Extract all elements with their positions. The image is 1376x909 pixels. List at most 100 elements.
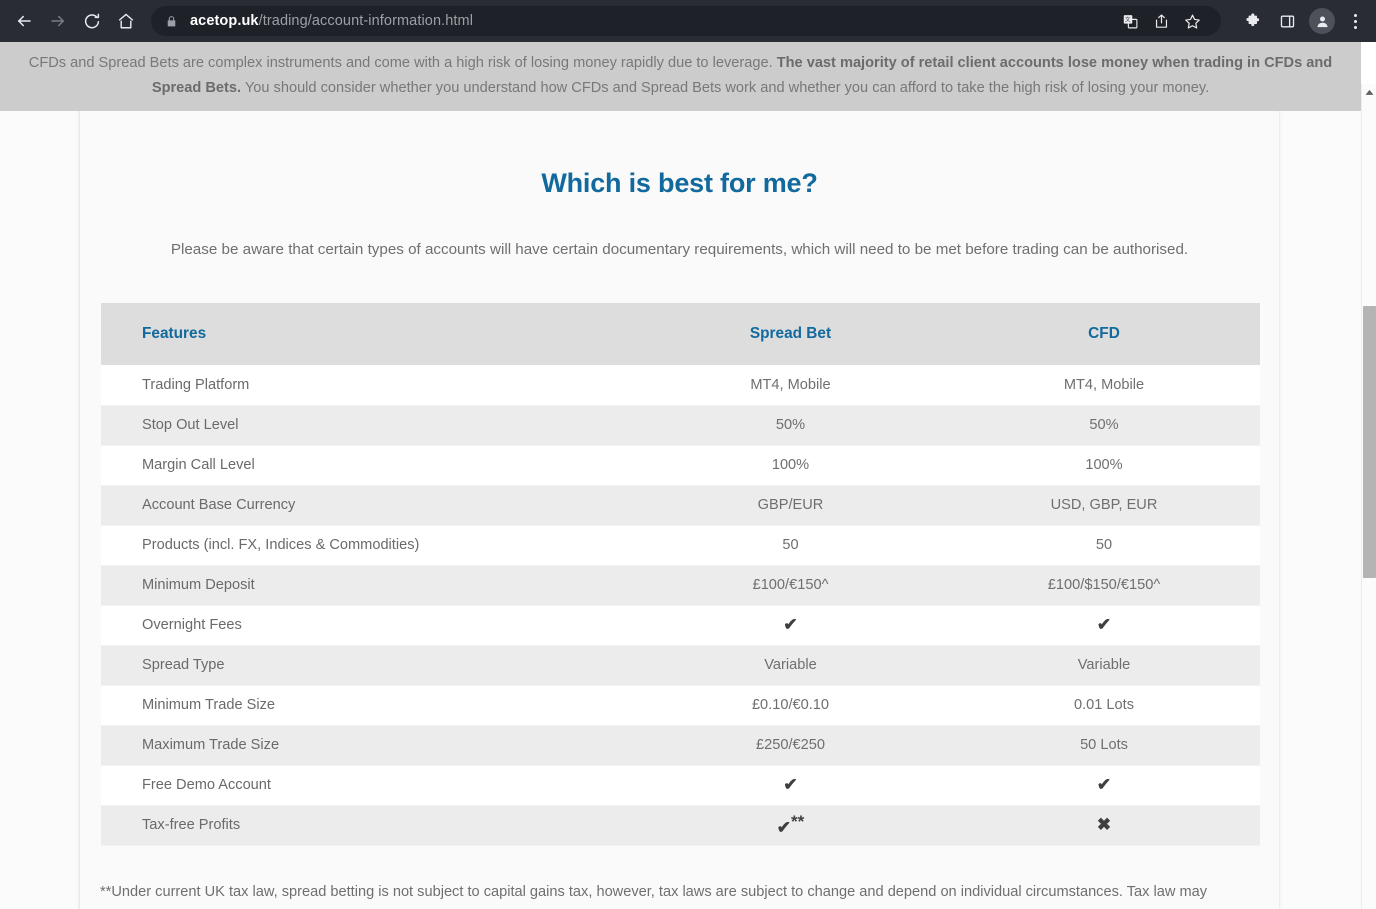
address-bar[interactable]: acetop.uk/trading/account-information.ht… [151,6,1221,36]
cell-cfd: 50 Lots [948,725,1260,766]
table-head: Features Spread Bet CFD [101,303,1260,365]
cell-cfd: Variable [948,645,1260,686]
page-body: Which is best for me? Please be aware th… [0,111,1361,909]
cell-feature: Minimum Trade Size [101,685,633,726]
cell-feature: Trading Platform [101,365,633,406]
table-row: Products (incl. FX, Indices & Commoditie… [101,525,1260,566]
three-dots-menu-icon[interactable] [1342,6,1368,36]
table-header-row: Features Spread Bet CFD [101,303,1260,365]
share-glyph [1155,14,1167,28]
page-title: Which is best for me? [541,168,818,198]
scroll-up-arrow-icon[interactable] [1362,84,1376,100]
page-intro-text: Please be aware that certain types of ac… [170,241,1189,258]
cell-cfd: 50 [948,525,1260,566]
dot [1353,25,1357,29]
forward-arrow-icon [51,15,64,27]
cell-feature: Spread Type [101,645,633,686]
cell-spread-bet: ✔ [633,605,948,646]
page-viewport: CFDs and Spread Bets are complex instrum… [0,42,1376,909]
footnote-marker: ** [791,812,805,832]
cell-spread-bet: ✔** [633,805,948,846]
reload-button[interactable] [76,5,108,37]
cell-cfd: MT4, Mobile [948,365,1260,406]
table-row: Minimum Deposit £100/€150^ £100/$150/€150^ [101,565,1260,606]
table-row: Free Demo Account ✔ ✔ [101,765,1260,806]
table-row: Overnight Fees ✔ ✔ [101,605,1260,646]
forward-button[interactable] [42,5,74,37]
column-header-spread-bet: Spread Bet [633,303,948,365]
column-header-cfd: CFD [948,303,1260,365]
puzzle-piece-icon[interactable] [1238,6,1268,36]
profile-avatar[interactable] [1309,8,1335,34]
side-panel-icon[interactable] [1272,6,1302,36]
table-row: Minimum Trade Size £0.10/€0.10 0.01 Lots [101,685,1260,726]
back-arrow-icon [18,15,31,27]
share-icon[interactable] [1146,6,1176,36]
home-button[interactable] [110,5,142,37]
checkmark-icon: ✔ [783,615,798,634]
cell-spread-bet: ✔ [633,765,948,806]
table-row: Margin Call Level 100% 100% [101,445,1260,486]
cell-feature: Account Base Currency [101,485,633,526]
footnotes: **Under current UK tax law, spread betti… [90,880,1258,909]
cross-icon: ✖ [1096,815,1112,834]
checkmark-icon: ✔ [1096,615,1112,634]
cell-cfd: ✖ [948,805,1260,846]
up-arrow-glyph [1365,89,1373,95]
translate-glyph: 文 [1123,14,1137,28]
table-row: Stop Out Level 50% 50% [101,405,1260,446]
checkmark-icon: ✔ [1096,775,1112,794]
risk-text-part2: You should consider whether you understa… [241,80,1210,96]
cell-feature: Margin Call Level [101,445,633,486]
url-domain: acetop.uk [190,13,259,29]
column-header-features: Features [101,303,633,365]
extensions-glyph [1246,13,1260,27]
content-container: Which is best for me? Please be aware th… [79,111,1280,909]
risk-warning-banner: CFDs and Spread Bets are complex instrum… [0,42,1361,111]
cell-feature: Maximum Trade Size [101,725,633,766]
cell-cfd: 50% [948,405,1260,446]
url-path: /trading/account-information.html [258,13,474,29]
table-body: Trading Platform MT4, Mobile MT4, Mobile St… [101,365,1260,846]
cell-feature: Free Demo Account [101,765,633,806]
cell-feature: Stop Out Level [101,405,633,446]
cell-spread-bet: 50 [633,525,948,566]
risk-text-part1: CFDs and Spread Bets are complex instrum… [28,55,777,71]
checkmark-icon: ✔ [776,817,791,837]
table-row: Tax-free Profits ✔** ✖ [101,805,1260,846]
cell-spread-bet: GBP/EUR [633,485,948,526]
cell-spread-bet: 100% [633,445,948,486]
browser-toolbar: acetop.uk/trading/account-information.ht… [0,0,1376,42]
cell-cfd: ✔ [948,605,1260,646]
home-icon [118,13,134,29]
cell-cfd: 0.01 Lots [948,685,1260,726]
navigation-buttons [8,5,142,37]
browser-toolbar-right [1228,6,1368,36]
dot [1353,13,1357,17]
cell-feature: Overnight Fees [101,605,633,646]
translate-icon[interactable]: 文 [1115,6,1145,36]
cell-spread-bet: £0.10/€0.10 [633,685,948,726]
cell-spread-bet: £100/€150^ [633,565,948,606]
footnote-tax: **Under current UK tax law, spread betti… [100,883,1208,909]
star-glyph [1184,14,1200,29]
table-row: Maximum Trade Size £250/€250 50 Lots [101,725,1260,766]
cell-spread-bet: Variable [633,645,948,686]
url-text: acetop.uk/trading/account-information.ht… [190,13,473,29]
cell-cfd: £100/$150/€150^ [948,565,1260,606]
cell-feature: Minimum Deposit [101,565,633,606]
cell-feature: Products (incl. FX, Indices & Commoditie… [101,525,633,566]
back-button[interactable] [8,5,40,37]
table-row: Account Base Currency GBP/EUR USD, GBP, EU… [101,485,1260,526]
checkmark-icon: ✔ [783,775,798,794]
table-row: Trading Platform MT4, Mobile MT4, Mobile [101,365,1260,406]
bookmark-star-icon[interactable] [1177,6,1207,36]
side-panel-glyph [1280,15,1294,27]
table-row: Spread Type Variable Variable [101,645,1260,686]
vertical-scrollbar[interactable] [1361,84,1376,909]
lock-icon[interactable] [165,15,178,28]
cell-cfd: USD, GBP, EUR [948,485,1260,526]
scrollbar-thumb[interactable] [1363,306,1376,578]
account-comparison-table: Features Spread Bet CFD Trading Platform… [101,303,1260,846]
cell-cfd: 100% [948,445,1260,486]
